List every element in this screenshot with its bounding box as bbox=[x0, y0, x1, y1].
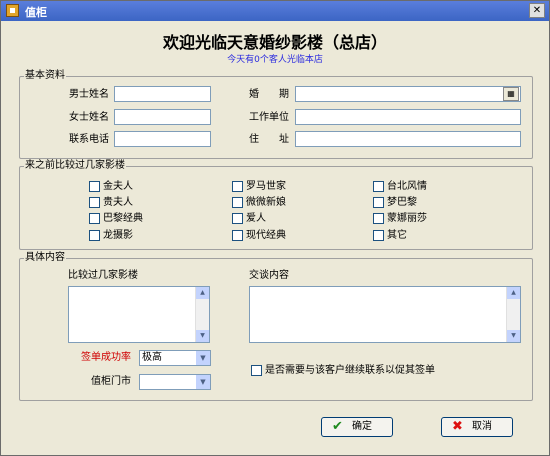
studio-label-8: 爱人 bbox=[246, 213, 266, 224]
close-icon: ✖ bbox=[452, 419, 463, 434]
studio-checkbox-7[interactable] bbox=[89, 213, 100, 224]
compared-studios-label: 比较过几家影楼 bbox=[68, 270, 138, 281]
close-button[interactable]: ✕ bbox=[529, 3, 545, 18]
studio-label-10: 龙摄影 bbox=[103, 230, 133, 241]
groom-name-input[interactable] bbox=[114, 86, 211, 102]
phone-input[interactable] bbox=[114, 131, 211, 147]
store-staff-select[interactable]: ▼ bbox=[139, 374, 211, 390]
studio-checkbox-6[interactable] bbox=[373, 197, 384, 208]
studio-label-2: 罗马世家 bbox=[246, 181, 286, 192]
studio-checkbox-8[interactable] bbox=[232, 213, 243, 224]
studio-label-5: 微微新娘 bbox=[246, 197, 286, 208]
compared-studios-title: 来之前比较过几家影楼 bbox=[24, 160, 126, 172]
main-window: 值柜 ✕ 欢迎光临天意婚纱影楼（总店） 今天有0个客人光临本店 基本资料 男士姓… bbox=[0, 0, 550, 456]
studio-label-3: 台北风情 bbox=[387, 181, 427, 192]
workplace-input[interactable] bbox=[295, 109, 521, 125]
cancel-button[interactable]: ✖ 取消 bbox=[441, 417, 513, 437]
studio-checkbox-3[interactable] bbox=[373, 181, 384, 192]
app-icon bbox=[6, 4, 19, 17]
calendar-button[interactable]: ▦ bbox=[503, 87, 519, 101]
studio-label-9: 蒙娜丽莎 bbox=[387, 213, 427, 224]
conversation-scrollbar[interactable]: ▲ ▼ bbox=[506, 287, 520, 342]
compared-studios-textarea[interactable]: ▲ ▼ bbox=[68, 286, 210, 343]
store-staff-label: 值柜门市 bbox=[91, 376, 131, 387]
chevron-down-icon[interactable]: ▼ bbox=[196, 375, 210, 389]
scroll-up-icon[interactable]: ▲ bbox=[507, 287, 520, 299]
compared-scrollbar[interactable]: ▲ ▼ bbox=[195, 287, 209, 342]
studio-label-4: 贵夫人 bbox=[103, 197, 133, 208]
conversation-textarea[interactable]: ▲ ▼ bbox=[249, 286, 521, 343]
wedding-date-label: 婚 期 bbox=[249, 89, 289, 100]
studio-checkbox-11[interactable] bbox=[232, 230, 243, 241]
studio-label-6: 梦巴黎 bbox=[387, 197, 417, 208]
studio-checkbox-10[interactable] bbox=[89, 230, 100, 241]
calendar-icon: ▦ bbox=[507, 89, 515, 98]
phone-label: 联系电话 bbox=[69, 134, 109, 145]
studio-label-7: 巴黎经典 bbox=[103, 213, 143, 224]
title-bar: 值柜 ✕ bbox=[1, 1, 549, 21]
bride-name-input[interactable] bbox=[114, 109, 211, 125]
studio-checkbox-1[interactable] bbox=[89, 181, 100, 192]
success-rate-select[interactable]: 极高 ▼ bbox=[139, 350, 211, 366]
scroll-up-icon[interactable]: ▲ bbox=[196, 287, 209, 299]
visitor-count-text: 今天有0个客人光临本店 bbox=[227, 55, 323, 65]
window-title: 值柜 bbox=[25, 6, 47, 19]
bride-name-label: 女士姓名 bbox=[69, 112, 109, 123]
success-rate-value: 极高 bbox=[142, 352, 162, 363]
conversation-label: 交谈内容 bbox=[249, 270, 289, 281]
studio-checkbox-12[interactable] bbox=[373, 230, 384, 241]
scroll-down-icon[interactable]: ▼ bbox=[196, 330, 209, 342]
page-title: 欢迎光临天意婚纱影楼（总店） bbox=[162, 33, 387, 52]
ok-button-label: 确定 bbox=[352, 421, 372, 432]
followup-checkbox[interactable] bbox=[251, 365, 262, 376]
studio-label-1: 金夫人 bbox=[103, 181, 133, 192]
scroll-down-icon[interactable]: ▼ bbox=[507, 330, 520, 342]
studio-checkbox-4[interactable] bbox=[89, 197, 100, 208]
checkmark-icon: ✔ bbox=[332, 419, 343, 434]
basic-info-title: 基本资料 bbox=[24, 70, 66, 82]
cancel-button-label: 取消 bbox=[472, 421, 492, 432]
studio-label-12: 其它 bbox=[387, 230, 407, 241]
wedding-date-input[interactable] bbox=[295, 86, 521, 102]
ok-button[interactable]: ✔ 确定 bbox=[321, 417, 393, 437]
address-label: 住 址 bbox=[249, 134, 289, 145]
groom-name-label: 男士姓名 bbox=[69, 89, 109, 100]
followup-label: 是否需要与该客户继续联系以促其签单 bbox=[265, 365, 435, 376]
studio-checkbox-9[interactable] bbox=[373, 213, 384, 224]
studio-checkbox-5[interactable] bbox=[232, 197, 243, 208]
studio-label-11: 现代经典 bbox=[246, 230, 286, 241]
chevron-down-icon[interactable]: ▼ bbox=[196, 351, 210, 365]
workplace-label: 工作单位 bbox=[249, 112, 289, 123]
details-title: 具体内容 bbox=[24, 252, 66, 264]
studio-checkbox-2[interactable] bbox=[232, 181, 243, 192]
address-input[interactable] bbox=[295, 131, 521, 147]
success-rate-label: 签单成功率 bbox=[81, 352, 131, 363]
